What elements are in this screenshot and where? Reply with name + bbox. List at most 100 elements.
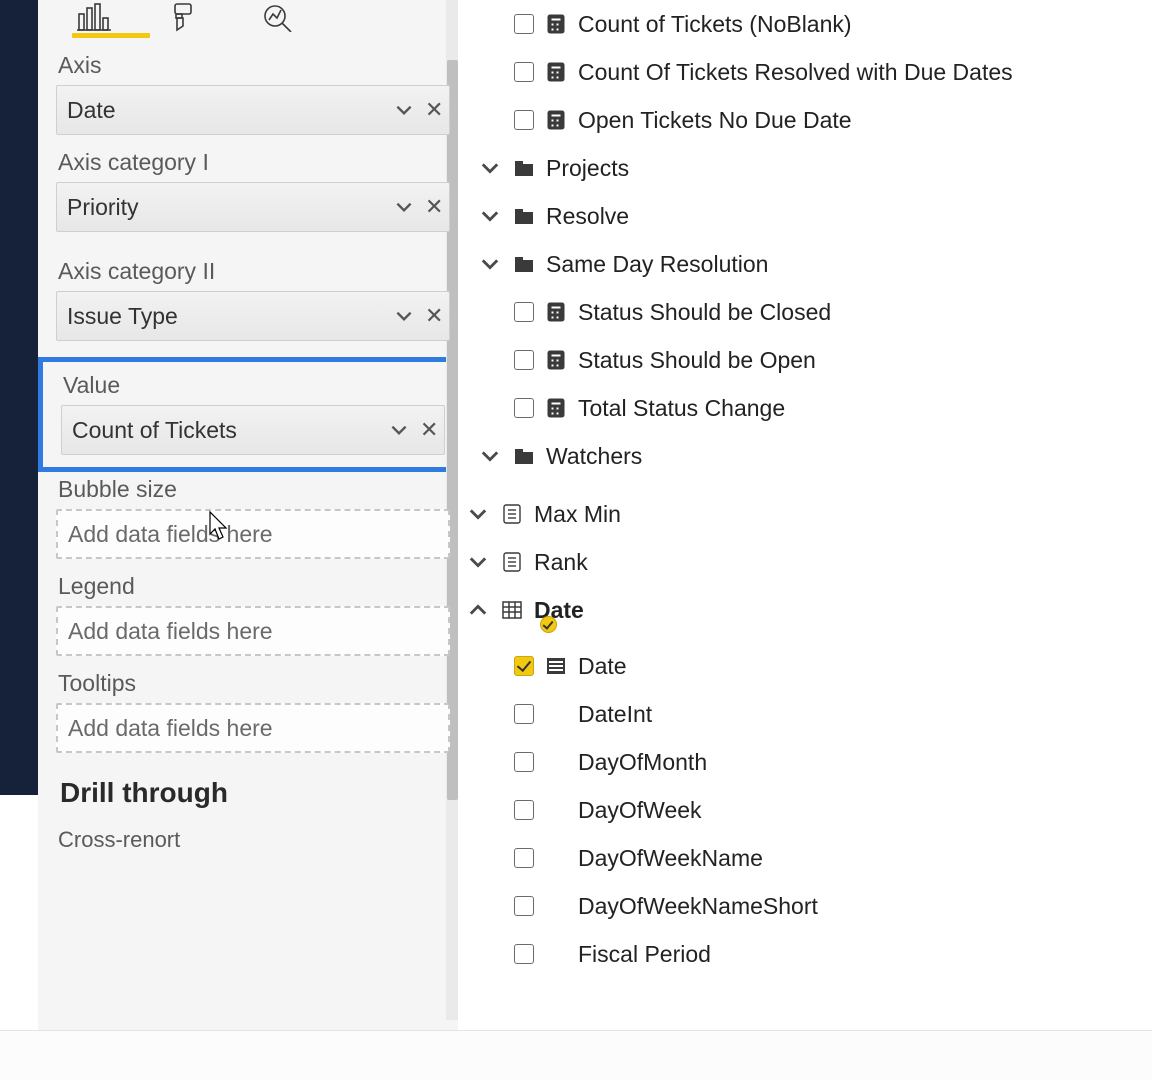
checkbox-checked[interactable] — [514, 656, 534, 676]
checkbox[interactable] — [514, 848, 534, 868]
folder-label: Watchers — [546, 443, 642, 470]
field-date-column[interactable]: DayOfWeekName — [460, 834, 1152, 882]
chevron-up-icon[interactable] — [466, 598, 490, 622]
field-label: Status Should be Open — [578, 347, 816, 374]
measure-icon — [500, 550, 524, 574]
value-remove-icon[interactable]: ✕ — [420, 417, 438, 443]
drill-through-heading: Drill through — [56, 753, 450, 817]
bubble-size-field-well[interactable]: Add data fields here — [56, 509, 450, 559]
field-date-column[interactable]: Fiscal Period — [460, 930, 1152, 978]
checkbox[interactable] — [514, 14, 534, 34]
checkbox[interactable] — [514, 110, 534, 130]
fields-tab[interactable] — [74, 2, 114, 32]
viz-scrollbar-thumb[interactable] — [447, 60, 458, 800]
axis-label: Axis — [56, 38, 450, 85]
checkbox[interactable] — [514, 350, 534, 370]
field-item[interactable]: Status Should be Closed — [460, 288, 1152, 336]
field-label: DayOfMonth — [578, 749, 707, 776]
folder-label: Resolve — [546, 203, 629, 230]
hierarchy-icon — [544, 654, 568, 678]
folder-label: Same Day Resolution — [546, 251, 768, 278]
folder-icon — [512, 252, 536, 276]
field-item[interactable]: Total Status Change — [460, 384, 1152, 432]
chevron-down-icon[interactable] — [466, 550, 490, 574]
field-date-column[interactable]: DayOfWeek — [460, 786, 1152, 834]
field-date-column[interactable]: DateInt — [460, 690, 1152, 738]
spacer-icon — [544, 750, 568, 774]
field-label: DayOfWeekNameShort — [578, 893, 818, 920]
field-label: Max Min — [534, 501, 621, 528]
folder-icon — [512, 444, 536, 468]
checkbox[interactable] — [514, 302, 534, 322]
folder-icon — [512, 204, 536, 228]
field-label: Open Tickets No Due Date — [578, 107, 852, 134]
field-label: Rank — [534, 549, 588, 576]
tooltips-placeholder: Add data fields here — [68, 715, 273, 742]
field-label: Date — [578, 653, 627, 680]
chevron-down-icon[interactable] — [478, 156, 502, 180]
table-date[interactable]: Date — [460, 586, 1152, 634]
field-label: DayOfWeekName — [578, 845, 763, 872]
field-item[interactable]: Status Should be Open — [460, 336, 1152, 384]
axis-remove-icon[interactable]: ✕ — [425, 97, 443, 123]
checkbox[interactable] — [514, 398, 534, 418]
spacer-icon — [544, 942, 568, 966]
value-label: Value — [61, 370, 445, 405]
field-date-column[interactable]: Date — [460, 642, 1152, 690]
axis-cat2-value: Issue Type — [67, 303, 178, 330]
field-label: Total Status Change — [578, 395, 785, 422]
folder-projects[interactable]: Projects — [460, 144, 1152, 192]
field-rank[interactable]: Rank — [460, 538, 1152, 586]
chevron-down-icon[interactable] — [478, 252, 502, 276]
checkbox[interactable] — [514, 896, 534, 916]
format-tab[interactable] — [166, 2, 206, 32]
measure-icon — [544, 396, 568, 420]
field-item[interactable]: Open Tickets No Due Date — [460, 96, 1152, 144]
main-container: Axis Date ✕ Axis category I Priority ✕ A… — [38, 0, 1152, 1080]
legend-field-well[interactable]: Add data fields here — [56, 606, 450, 656]
axis-cat1-remove-icon[interactable]: ✕ — [425, 194, 443, 220]
bubble-size-placeholder: Add data fields here — [68, 521, 273, 548]
field-date-column[interactable]: DayOfMonth — [460, 738, 1152, 786]
axis-menu-chevron[interactable] — [393, 99, 415, 121]
checkbox[interactable] — [514, 704, 534, 724]
field-label: Count Of Tickets Resolved with Due Dates — [578, 59, 1013, 86]
axis-cat2-remove-icon[interactable]: ✕ — [425, 303, 443, 329]
folder-same-day[interactable]: Same Day Resolution — [460, 240, 1152, 288]
folder-watchers[interactable]: Watchers — [460, 432, 1152, 480]
field-date-column[interactable]: DayOfWeekNameShort — [460, 882, 1152, 930]
table-in-use-badge-icon — [540, 616, 557, 633]
folder-resolve[interactable]: Resolve — [460, 192, 1152, 240]
axis-cat1-menu-chevron[interactable] — [393, 196, 415, 218]
chevron-down-icon[interactable] — [478, 204, 502, 228]
axis-cat1-field-well[interactable]: Priority ✕ — [56, 182, 450, 232]
chevron-down-icon[interactable] — [466, 502, 490, 526]
spacer-icon — [544, 846, 568, 870]
value-menu-chevron[interactable] — [388, 419, 410, 441]
legend-label: Legend — [56, 559, 450, 606]
viz-tabs — [56, 0, 450, 38]
chevron-down-icon[interactable] — [478, 444, 502, 468]
axis-cat2-field-well[interactable]: Issue Type ✕ — [56, 291, 450, 341]
measure-icon — [500, 502, 524, 526]
field-label: Status Should be Closed — [578, 299, 831, 326]
axis-field-well[interactable]: Date ✕ — [56, 85, 450, 135]
bubble-size-label: Bubble size — [56, 472, 450, 509]
measure-icon — [544, 348, 568, 372]
tooltips-field-well[interactable]: Add data fields here — [56, 703, 450, 753]
field-label: DayOfWeek — [578, 797, 702, 824]
folder-icon — [512, 156, 536, 180]
field-max-min[interactable]: Max Min — [460, 490, 1152, 538]
value-field-well[interactable]: Count of Tickets ✕ — [61, 405, 445, 455]
field-item[interactable]: Count Of Tickets Resolved with Due Dates — [460, 48, 1152, 96]
axis-cat2-label: Axis category II — [56, 232, 450, 291]
analytics-tab[interactable] — [258, 2, 298, 32]
spacer-icon — [544, 702, 568, 726]
checkbox[interactable] — [514, 800, 534, 820]
checkbox[interactable] — [514, 944, 534, 964]
axis-cat2-menu-chevron[interactable] — [393, 305, 415, 327]
spacer-icon — [544, 894, 568, 918]
checkbox[interactable] — [514, 62, 534, 82]
field-item[interactable]: Count of Tickets (NoBlank) — [460, 0, 1152, 48]
checkbox[interactable] — [514, 752, 534, 772]
